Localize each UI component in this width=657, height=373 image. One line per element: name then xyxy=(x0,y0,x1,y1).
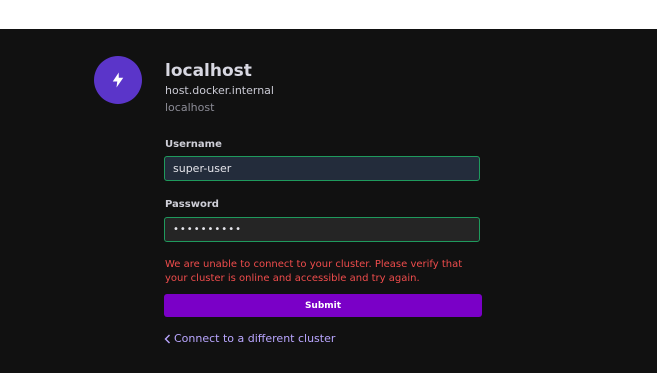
chevron-left-icon xyxy=(164,334,170,344)
password-label: Password xyxy=(165,199,219,210)
cluster-avatar xyxy=(94,56,142,104)
username-value: super-user xyxy=(173,162,232,175)
lightning-icon xyxy=(112,72,124,88)
cluster-subtitle: localhost xyxy=(165,101,215,114)
password-field[interactable]: •••••••••• xyxy=(164,217,480,242)
username-field[interactable]: super-user xyxy=(164,156,480,181)
cluster-host: host.docker.internal xyxy=(165,84,274,97)
top-bar xyxy=(0,0,657,29)
username-label: Username xyxy=(165,139,222,150)
connect-different-cluster-link[interactable]: Connect to a different cluster xyxy=(164,332,335,346)
cluster-name: localhost xyxy=(165,61,252,81)
password-value: •••••••••• xyxy=(173,224,242,235)
submit-button[interactable]: Submit xyxy=(164,294,482,317)
back-link-label: Connect to a different cluster xyxy=(174,332,336,345)
error-message: We are unable to connect to your cluster… xyxy=(165,259,463,284)
